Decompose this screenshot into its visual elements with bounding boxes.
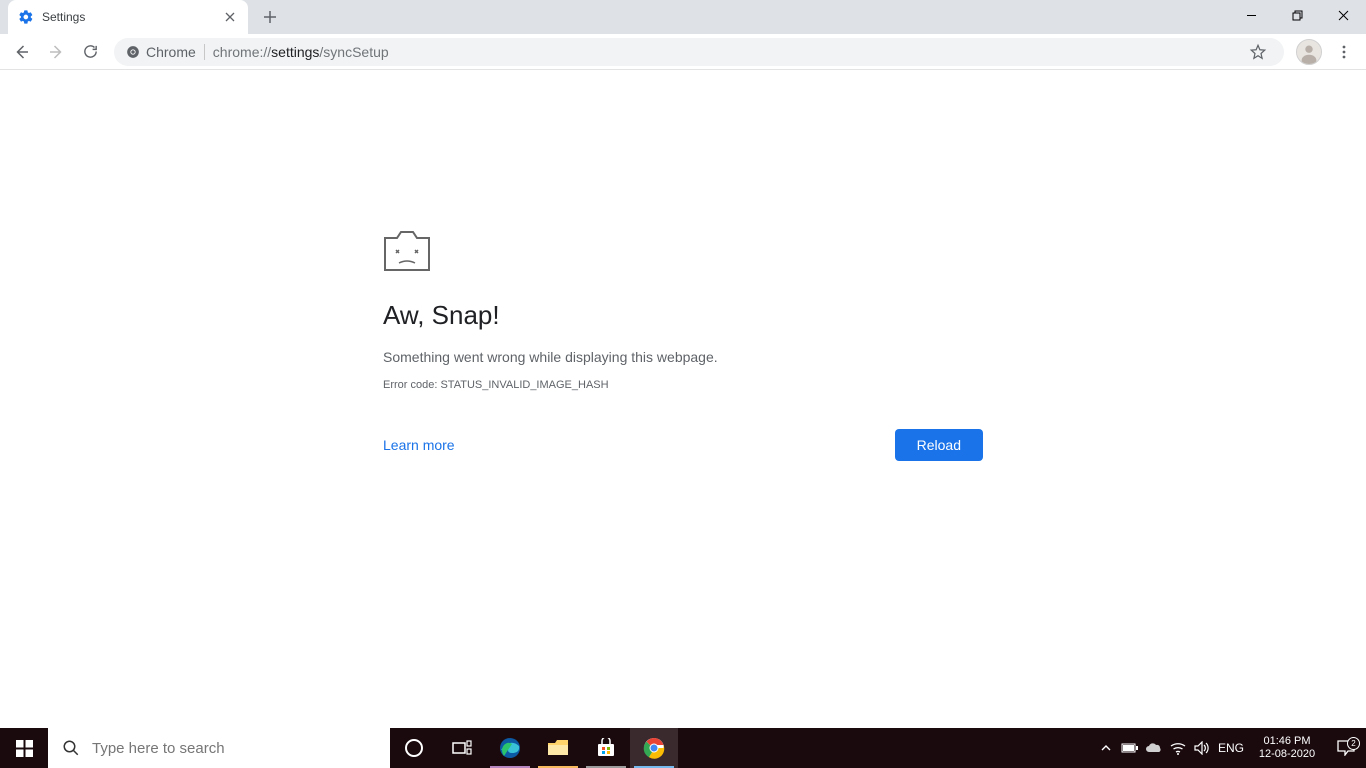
reload-nav-button[interactable] — [74, 36, 106, 68]
notification-count: 2 — [1347, 737, 1360, 750]
error-container: Aw, Snap! Something went wrong while dis… — [383, 230, 983, 461]
window-maximize-button[interactable] — [1274, 0, 1320, 30]
reload-button[interactable]: Reload — [895, 429, 983, 461]
action-center-button[interactable]: 2 — [1326, 740, 1366, 756]
browser-tab[interactable]: Settings — [8, 0, 248, 34]
site-chip-label: Chrome — [146, 44, 196, 60]
taskbar-apps — [390, 728, 678, 768]
tray-language[interactable]: ENG — [1214, 728, 1248, 768]
omnibox-divider — [204, 44, 205, 60]
system-tray: ENG 01:46 PM 12-08-2020 2 — [1094, 728, 1366, 768]
browser-toolbar: Chrome chrome://settings/syncSetup — [0, 34, 1366, 70]
sad-folder-icon — [383, 230, 431, 272]
tab-title: Settings — [42, 10, 85, 24]
taskbar-app-file-explorer[interactable] — [534, 728, 582, 768]
browser-titlebar: Settings — [0, 0, 1366, 34]
tray-clock[interactable]: 01:46 PM 12-08-2020 — [1248, 735, 1326, 761]
url-text: chrome://settings/syncSetup — [213, 44, 389, 60]
forward-button[interactable] — [40, 36, 72, 68]
windows-icon — [16, 740, 33, 757]
start-button[interactable] — [0, 728, 48, 768]
taskbar-app-chrome[interactable] — [630, 728, 678, 768]
taskbar-search[interactable]: Type here to search — [48, 728, 390, 768]
window-controls — [1228, 0, 1366, 34]
back-button[interactable] — [6, 36, 38, 68]
error-code: Error code: STATUS_INVALID_IMAGE_HASH — [383, 379, 983, 391]
tray-onedrive-icon[interactable] — [1142, 728, 1166, 768]
taskbar-app-store[interactable] — [582, 728, 630, 768]
store-icon — [596, 738, 616, 758]
window-close-button[interactable] — [1320, 0, 1366, 30]
task-view-button[interactable] — [438, 728, 486, 768]
clock-date: 12-08-2020 — [1259, 748, 1315, 761]
tray-wifi-icon[interactable] — [1166, 728, 1190, 768]
profile-avatar-button[interactable] — [1296, 39, 1322, 65]
error-description: Something went wrong while displaying th… — [383, 349, 983, 365]
folder-icon — [547, 739, 569, 757]
windows-taskbar: Type here to search — [0, 728, 1366, 768]
new-tab-button[interactable] — [256, 3, 284, 31]
bookmark-star-button[interactable] — [1244, 38, 1272, 66]
clock-time: 01:46 PM — [1263, 735, 1310, 748]
error-actions: Learn more Reload — [383, 429, 983, 461]
address-bar[interactable]: Chrome chrome://settings/syncSetup — [114, 38, 1284, 66]
taskbar-app-edge[interactable] — [486, 728, 534, 768]
tray-volume-icon[interactable] — [1190, 728, 1214, 768]
tray-overflow-button[interactable] — [1094, 728, 1118, 768]
chrome-icon — [643, 737, 665, 759]
search-icon — [62, 739, 80, 757]
error-title: Aw, Snap! — [383, 300, 983, 331]
gear-icon — [18, 9, 34, 25]
browser-menu-button[interactable] — [1328, 36, 1360, 68]
chrome-icon — [126, 45, 140, 59]
learn-more-link[interactable]: Learn more — [383, 437, 455, 453]
edge-icon — [498, 736, 522, 760]
search-placeholder: Type here to search — [92, 740, 225, 757]
tray-battery-icon[interactable] — [1118, 728, 1142, 768]
site-chip[interactable]: Chrome — [126, 44, 196, 60]
tab-close-button[interactable] — [222, 9, 238, 25]
cortana-button[interactable] — [390, 728, 438, 768]
page-content: Aw, Snap! Something went wrong while dis… — [0, 70, 1366, 728]
window-minimize-button[interactable] — [1228, 0, 1274, 30]
